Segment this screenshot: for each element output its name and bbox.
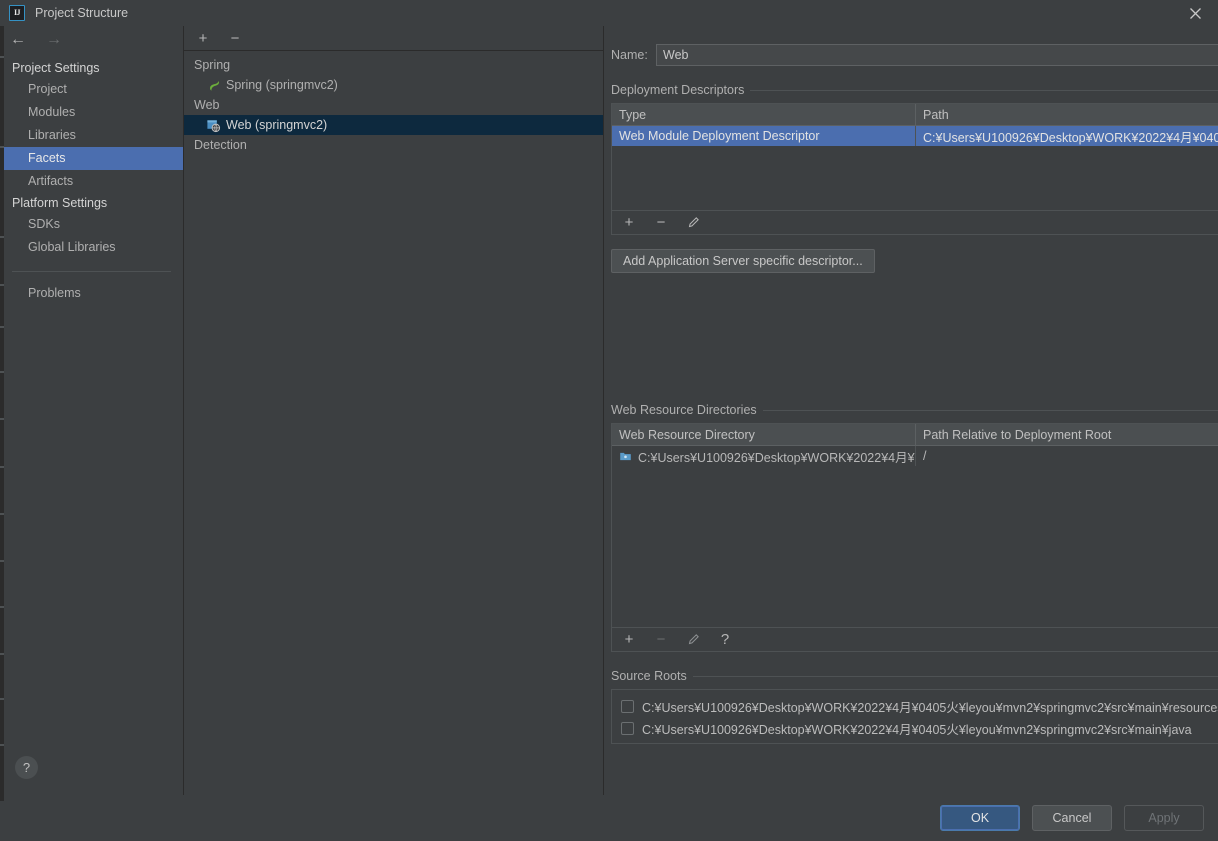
pencil-icon bbox=[688, 634, 699, 645]
cancel-button[interactable]: Cancel bbox=[1032, 805, 1112, 831]
table-empty-area bbox=[612, 466, 1218, 627]
deployment-descriptors-table: Type Path Web Module Deployment Descript… bbox=[611, 103, 1218, 210]
window-title: Project Structure bbox=[35, 6, 129, 20]
section-divider bbox=[692, 675, 1218, 677]
tree-item-label: Web (springmvc2) bbox=[226, 118, 328, 132]
add-application-server-descriptor-button[interactable]: Add Application Server specific descript… bbox=[611, 249, 875, 273]
web-resource-directories-toolbar: + − ? bbox=[611, 627, 1218, 652]
web-resource-directories-header: Web Resource Directories bbox=[611, 403, 1218, 417]
tree-item-spring-facet[interactable]: Spring (springmvc2) bbox=[184, 75, 603, 95]
tree-group-web: Web bbox=[194, 98, 220, 112]
section-divider bbox=[750, 89, 1218, 91]
tree-item-label: Spring (springmvc2) bbox=[226, 78, 338, 92]
source-roots-list: C:¥Users¥U100926¥Desktop¥WORK¥2022¥4月¥04… bbox=[611, 689, 1218, 744]
tree-item-web-facet[interactable]: Web (springmvc2) bbox=[184, 115, 603, 135]
list-item[interactable]: C:¥Users¥U100926¥Desktop¥WORK¥2022¥4月¥04… bbox=[612, 717, 1218, 739]
facet-detail-pane: Name: Deployment Descriptors Type Path W… bbox=[604, 26, 1218, 795]
sidebar-item-sdks[interactable]: SDKs bbox=[0, 213, 183, 236]
descriptor-path-cell: C:¥Users¥U100926¥Desktop¥WORK¥2022¥4月¥04… bbox=[915, 126, 1218, 146]
ok-button[interactable]: OK bbox=[940, 805, 1020, 831]
list-item[interactable]: C:¥Users¥U100926¥Desktop¥WORK¥2022¥4月¥04… bbox=[612, 695, 1218, 717]
web-resource-help-icon[interactable]: ? bbox=[716, 631, 734, 649]
intellij-logo-icon: IJ bbox=[9, 5, 25, 21]
source-root-checkbox[interactable] bbox=[621, 699, 634, 713]
arrow-left-icon[interactable]: ← bbox=[8, 30, 28, 50]
arrow-right-icon[interactable]: → bbox=[44, 30, 64, 50]
settings-sidebar: ← → Project Settings Project Modules Lib… bbox=[0, 26, 184, 795]
dialog-body: ← → Project Settings Project Modules Lib… bbox=[0, 26, 1218, 795]
facet-detail-content: Name: Deployment Descriptors Type Path W… bbox=[604, 43, 1218, 744]
title-bar: IJ Project Structure bbox=[0, 0, 1218, 26]
edit-descriptor-button[interactable] bbox=[684, 214, 702, 232]
help-icon[interactable]: ? bbox=[15, 756, 38, 779]
apply-button: Apply bbox=[1124, 805, 1204, 831]
add-descriptor-button[interactable]: + bbox=[620, 214, 638, 232]
sidebar-item-problems[interactable]: Problems bbox=[0, 282, 183, 305]
sidebar-item-modules[interactable]: Modules bbox=[0, 101, 183, 124]
table-header-row: Type Path bbox=[612, 104, 1218, 126]
sidebar-item-libraries[interactable]: Libraries bbox=[0, 124, 183, 147]
remove-web-resource-button: − bbox=[656, 631, 666, 648]
table-row[interactable]: C:¥Users¥U100926¥Desktop¥WORK¥2022¥4月¥04… bbox=[612, 446, 1218, 466]
background-editor-sliver bbox=[0, 26, 4, 801]
tree-group-spring: Spring bbox=[194, 58, 231, 72]
table-empty-area bbox=[612, 146, 1218, 210]
close-icon[interactable] bbox=[1172, 0, 1218, 26]
add-server-descriptor-wrap: Add Application Server specific descript… bbox=[611, 249, 1218, 273]
spring-leaf-icon bbox=[210, 80, 220, 91]
descriptor-type-cell: Web Module Deployment Descriptor bbox=[619, 129, 820, 143]
add-facet-button[interactable]: + bbox=[194, 29, 212, 47]
remove-descriptor-button[interactable]: − bbox=[652, 214, 670, 232]
source-roots-title: Source Roots bbox=[611, 669, 687, 683]
column-header-web-resource-directory[interactable]: Web Resource Directory bbox=[612, 424, 915, 445]
sidebar-group-project-settings: Project Settings bbox=[12, 61, 100, 75]
deployment-descriptors-title: Deployment Descriptors bbox=[611, 83, 745, 97]
deployment-descriptors-toolbar: + − bbox=[611, 210, 1218, 235]
sidebar-divider bbox=[12, 271, 171, 272]
pencil-icon bbox=[688, 217, 699, 228]
section-divider bbox=[762, 409, 1218, 411]
remove-facet-button[interactable]: − bbox=[226, 29, 244, 47]
column-header-type[interactable]: Type bbox=[612, 104, 915, 125]
facet-name-label: Name: bbox=[611, 48, 648, 62]
relative-path-cell: / bbox=[915, 446, 1218, 466]
facets-tree-toolbar: + − bbox=[184, 26, 603, 51]
web-resource-directory-cell: C:¥Users¥U100926¥Desktop¥WORK¥2022¥4月¥04… bbox=[612, 446, 915, 466]
facets-tree-panel: + − Spring Spring (springmvc2) Web Web (… bbox=[184, 26, 604, 795]
table-row[interactable]: Web Module Deployment Descriptor C:¥User… bbox=[612, 126, 1218, 146]
sidebar-item-project[interactable]: Project bbox=[0, 78, 183, 101]
source-root-path: C:¥Users¥U100926¥Desktop¥WORK¥2022¥4月¥04… bbox=[642, 700, 1218, 715]
sidebar-item-artifacts[interactable]: Artifacts bbox=[0, 170, 183, 193]
web-resource-directories-title: Web Resource Directories bbox=[611, 403, 757, 417]
web-resource-directories-table: Web Resource Directory Path Relative to … bbox=[611, 423, 1218, 627]
tree-group-detection: Detection bbox=[194, 138, 247, 152]
web-module-icon bbox=[207, 119, 221, 132]
deployment-descriptors-header: Deployment Descriptors bbox=[611, 83, 1218, 97]
help-button-wrap: ? bbox=[15, 756, 38, 779]
table-header-row: Web Resource Directory Path Relative to … bbox=[612, 424, 1218, 446]
facets-tree: Spring Spring (springmvc2) Web Web (spri… bbox=[184, 51, 603, 795]
sidebar-nav-toolbar: ← → bbox=[0, 26, 183, 54]
sidebar-item-global-libraries[interactable]: Global Libraries bbox=[0, 236, 183, 259]
source-roots-header: Source Roots bbox=[611, 669, 1218, 683]
close-glyph bbox=[1189, 7, 1201, 19]
add-web-resource-button[interactable]: + bbox=[620, 631, 638, 649]
facet-name-input[interactable] bbox=[656, 44, 1218, 66]
column-header-relative-path[interactable]: Path Relative to Deployment Root bbox=[915, 424, 1218, 445]
sidebar-list: Project Settings Project Modules Librari… bbox=[0, 54, 183, 305]
source-root-checkbox[interactable] bbox=[621, 721, 634, 735]
column-header-path[interactable]: Path bbox=[915, 104, 1218, 125]
sidebar-item-facets[interactable]: Facets bbox=[0, 147, 183, 170]
sidebar-group-platform-settings: Platform Settings bbox=[12, 196, 108, 210]
edit-web-resource-button[interactable] bbox=[684, 631, 702, 649]
project-structure-dialog: IJ Project Structure ← → Project Setting… bbox=[0, 0, 1218, 841]
facet-name-row: Name: bbox=[611, 43, 1218, 67]
source-root-path: C:¥Users¥U100926¥Desktop¥WORK¥2022¥4月¥04… bbox=[642, 722, 1192, 737]
dialog-footer: OK Cancel Apply bbox=[0, 795, 1218, 841]
web-resource-directory-path: C:¥Users¥U100926¥Desktop¥WORK¥2022¥4月¥04… bbox=[638, 450, 915, 465]
folder-icon bbox=[620, 452, 631, 460]
